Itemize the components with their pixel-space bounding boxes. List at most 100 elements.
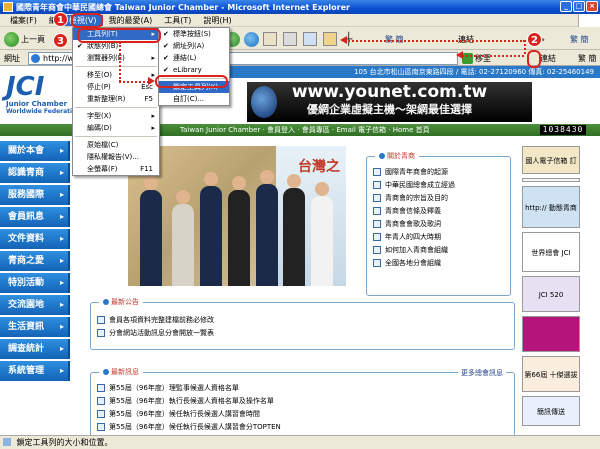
side-nav-item[interactable]: 服務國際	[0, 185, 70, 205]
view-menu-item[interactable]: 編碼(D) ▸	[73, 122, 159, 134]
sidebar-ad[interactable]: JCI 520	[522, 276, 580, 312]
about-row[interactable]: 全國各地分會組織	[373, 256, 504, 269]
about-row[interactable]: 青商會信條及釋義	[373, 204, 504, 217]
toolbars-submenu-item-label: 自訂(C)...	[173, 95, 205, 103]
doc-icon	[373, 206, 381, 215]
view-menu-item[interactable]: 全螢幕(F) F11	[73, 163, 159, 175]
sidebar-ad[interactable]: 國人電子信箱 訂 閱 網 路	[522, 146, 580, 174]
view-menu-item[interactable]: 移至(O) ▸	[73, 69, 159, 81]
person-figure	[172, 190, 194, 286]
person-figure	[256, 170, 278, 286]
annotation-box-grip	[527, 50, 541, 68]
side-nav-item[interactable]: 認識青商	[0, 163, 70, 183]
print-button[interactable]	[283, 31, 297, 47]
news-row[interactable]: 第55屆（96年度）候任執行長候選人講習會分TOPTEN	[97, 420, 508, 433]
annotation-dotted-line	[524, 40, 526, 54]
discuss-button[interactable]	[323, 31, 337, 47]
about-row[interactable]: 年青人的四大時期	[373, 230, 504, 243]
about-row[interactable]: 青商會會歌及歌詞	[373, 217, 504, 230]
links-button[interactable]: 連結	[540, 53, 556, 64]
ad-banner[interactable]: www.younet.com.tw 優網企業虛擬主機～架網最佳選擇	[247, 82, 532, 122]
go-button[interactable]: 移至	[462, 52, 502, 65]
news-more-link[interactable]: 更多總會訊息	[458, 368, 506, 378]
view-menu: 工具列(T) ▸ ✔ 狀態列(B) 瀏覽器列(E) ▸ 移至(O) ▸ 停止(P) Esc 重新整理…	[72, 27, 160, 176]
side-nav-item[interactable]: 青商之愛	[0, 251, 70, 271]
news-row[interactable]: 第55屆（96年度）候任執行長候選人講習會時間	[97, 407, 508, 420]
links-lang[interactable]: 繁 簡	[578, 53, 597, 64]
annotation-step-1: 1	[53, 12, 68, 27]
sidebar-ad[interactable]	[522, 178, 580, 182]
side-nav-item[interactable]: 交流園地	[0, 295, 70, 315]
jci-logo-letters: JCI	[6, 72, 45, 102]
annotation-dotted-line	[119, 81, 149, 83]
menu-file[interactable]: 檔案(F)	[4, 15, 43, 26]
view-menu-item[interactable]: 原始檔(C)	[73, 139, 159, 151]
toolbar-links[interactable]: 連結	[458, 31, 474, 47]
toolbars-submenu-item-label: 標準按鈕(S)	[173, 30, 211, 38]
sidebar-ad[interactable]: 簡訊傳送	[522, 396, 580, 426]
side-nav-item[interactable]: 文件資料	[0, 229, 70, 249]
side-nav-item[interactable]: 調查統計	[0, 339, 70, 359]
about-row[interactable]: 中華民國總會成立經過	[373, 178, 504, 191]
about-row[interactable]: 青商會的宗旨及目的	[373, 191, 504, 204]
side-nav-item[interactable]: 系統管理	[0, 361, 70, 381]
notice-row[interactable]: 會員各項資料完整建檔前務必修改	[97, 313, 508, 326]
back-button[interactable]: 上一頁	[4, 31, 45, 47]
menu-tools[interactable]: 工具(T)	[158, 15, 197, 26]
about-row[interactable]: 國際青年商會的起源	[373, 165, 504, 178]
status-text: 鎖定工具列的大小和位置。	[16, 438, 113, 447]
close-button[interactable]: ×	[586, 1, 598, 12]
news-panel: 最新訊息 更多總會訊息 第55屆（96年度）理監事候選人資格名單 第55屆（96…	[90, 367, 515, 435]
doc-icon	[373, 232, 381, 241]
person-figure	[140, 176, 162, 286]
toolbar-extra[interactable]: 繁 簡	[385, 31, 404, 47]
news-row[interactable]: 第55屆（96年度）執行長候選人資格名單及操作名單	[97, 394, 508, 407]
news-list: 第55屆（96年度）理監事候選人資格名單 第55屆（96年度）執行長候選人資格名…	[91, 373, 514, 433]
side-nav-item[interactable]: 會員訊息	[0, 207, 70, 227]
view-menu-item[interactable]: 重新整理(R) F5	[73, 93, 159, 105]
toolbars-submenu-item[interactable]: ✔ 標準按鈕(S)	[159, 28, 229, 40]
edit-page-button[interactable]	[303, 31, 317, 47]
doc-icon	[373, 245, 381, 254]
toolbars-submenu-item[interactable]: ✔ 網址列(A)	[159, 40, 229, 52]
view-menu-item-label: 字型(X)	[87, 112, 112, 120]
person-figure	[283, 174, 305, 286]
home-button[interactable]	[244, 31, 259, 47]
status-page-icon	[3, 438, 11, 446]
menu-separator	[75, 107, 157, 108]
toolbars-submenu-item[interactable]: ✔ 連結(L)	[159, 52, 229, 64]
toolbar-lang-label: 繁 簡	[570, 34, 589, 44]
sidebar-ad[interactable]	[522, 316, 580, 352]
view-menu-item[interactable]: 瀏覽器列(E) ▸	[73, 52, 159, 64]
toolbars-submenu-item[interactable]: 自訂(C)...	[159, 93, 229, 105]
side-nav-item[interactable]: 關於本會	[0, 141, 70, 161]
minimize-button[interactable]: _	[560, 1, 572, 12]
sidebar-ad[interactable]: http:// 動態青商網路	[522, 186, 580, 228]
menu-favorites[interactable]: 我的最愛(A)	[103, 15, 159, 26]
doc-icon	[373, 258, 381, 267]
home-icon	[244, 31, 259, 47]
toolbar-lang-switch[interactable]: 繁 簡	[570, 31, 589, 47]
about-row[interactable]: 如何加入青商會組織	[373, 243, 504, 256]
mail-button[interactable]	[263, 31, 277, 47]
page-icon	[31, 54, 40, 63]
menu-separator	[75, 66, 157, 67]
annotation-arrowhead	[148, 77, 155, 85]
notice-row[interactable]: 分會網站活動訊息分會開放一覽表	[97, 326, 508, 339]
view-menu-item[interactable]: 字型(X) ▸	[73, 110, 159, 122]
site-nav-links[interactable]: Taiwan Junior Chamber ‧ 會員登入 ‧ 會員專區 ‧ Em…	[180, 124, 430, 136]
sidebar-ad[interactable]: 世界總會 JCI	[522, 232, 580, 272]
news-row[interactable]: 第55屆（96年度）理監事候選人資格名單	[97, 381, 508, 394]
jci-logo[interactable]: JCI Junior Chamber Worldwide Federation	[6, 72, 81, 118]
sidebar-ad[interactable]: 第66屆 十傑選拔	[522, 356, 580, 392]
toolbars-submenu-item-label: 網址列(A)	[173, 42, 205, 50]
jci-logo-sub1: Junior Chamber	[6, 100, 68, 108]
side-nav-item[interactable]: 特別活動	[0, 273, 70, 293]
view-menu-item[interactable]: 隱私權報告(V)...	[73, 151, 159, 163]
banner-line2: 優網企業虛擬主機～架網最佳選擇	[307, 103, 472, 116]
person-figure	[311, 182, 333, 286]
side-nav-item[interactable]: 生活資訊	[0, 317, 70, 337]
menu-help[interactable]: 說明(H)	[197, 15, 237, 26]
maximize-button[interactable]: □	[573, 1, 585, 12]
annotation-dotted-line	[119, 42, 121, 82]
